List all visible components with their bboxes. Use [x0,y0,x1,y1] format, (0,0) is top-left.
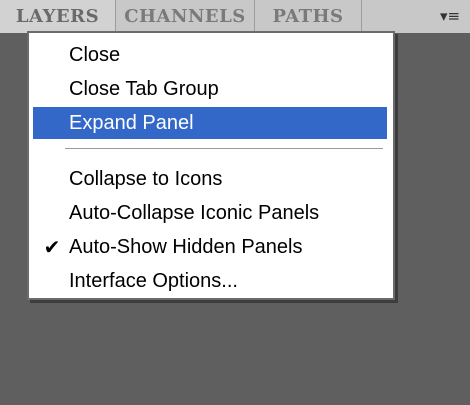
menu-item-auto-show-hidden-panels[interactable]: ✔ Auto-Show Hidden Panels [33,231,387,263]
tab-channels[interactable]: CHANNELS [116,0,255,33]
menu-separator [65,148,383,150]
menu-item-label: Auto-Collapse Iconic Panels [69,201,320,224]
menu-item-label: Close Tab Group [69,77,219,100]
menu-item-label: Expand Panel [69,111,194,134]
menu-item-close-tab-group[interactable]: Close Tab Group [33,73,387,105]
menu-item-interface-options[interactable]: Interface Options... [33,265,387,297]
tab-paths[interactable]: PATHS [255,0,362,33]
panel-context-menu: Close Close Tab Group Expand Panel Colla… [27,31,395,300]
menu-item-close[interactable]: Close [33,39,387,71]
tab-layers[interactable]: LAYERS [0,0,116,33]
menu-item-label: Auto-Show Hidden Panels [69,235,303,258]
checkmark-icon: ✔ [43,236,61,259]
menu-item-label: Close [69,43,121,66]
menu-item-expand-panel[interactable]: Expand Panel [33,107,387,139]
menu-item-collapse-to-icons[interactable]: Collapse to Icons [33,163,387,195]
panel-tab-bar: LAYERS CHANNELS PATHS ▾≡ [0,0,470,33]
panel-menu-button[interactable]: ▾≡ [438,6,462,26]
menu-item-auto-collapse-iconic-panels[interactable]: Auto-Collapse Iconic Panels [33,197,387,229]
panel-menu-icon: ▾≡ [439,7,461,25]
menu-item-label: Interface Options... [69,269,238,292]
menu-item-label: Collapse to Icons [69,167,223,190]
